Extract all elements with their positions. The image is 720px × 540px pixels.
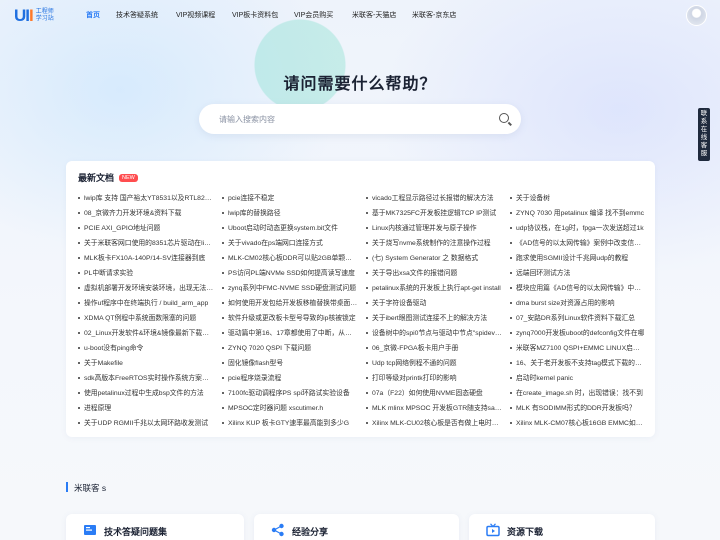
doc-link[interactable]: 关于米联客网口使用的8351芯片驱动在linux下 (78, 237, 222, 252)
doc-link[interactable]: 软件升级或更改板卡型号导致的ip核被锁定 (222, 312, 366, 327)
card-label: 资源下载 (507, 527, 544, 537)
doc-link[interactable]: MLK 有SODIMM形式的DDR开发板吗？ (510, 402, 654, 417)
nav-item-6[interactable]: 米联客-京东店 (412, 10, 472, 20)
logo-mark: UII (14, 6, 34, 25)
doc-link[interactable]: ZYNQ 7020 QSPI 下载问题 (222, 342, 366, 357)
card-label: 经验分享 (292, 527, 329, 537)
doc-link[interactable]: 设备树中的spi0节点与驱动中节点"spidev"的匹配 (366, 327, 510, 342)
doc-link[interactable]: lwip库 支持 国产裕太YT8531以及RTL8211F (78, 192, 222, 207)
search-box (199, 104, 521, 134)
card-download[interactable]: 资源下载 (469, 514, 655, 540)
doc-link[interactable]: u-boot没有ping命令 (78, 342, 222, 357)
online-service-tab[interactable]: 联系在线客服 (698, 108, 710, 161)
doc-link[interactable]: PS访问PL端NVMe SSD如何提高读写速度 (222, 267, 366, 282)
search-icon[interactable] (499, 113, 509, 123)
doc-link[interactable]: udp协议栈，在1g时，fpga一次发送超过1k (510, 222, 654, 237)
doc-link[interactable]: 启动时kernel panic (510, 372, 654, 387)
doc-link[interactable]: MLK mlinx MPSOC 开发板GTR随支持sata协议 (366, 402, 510, 417)
doc-link[interactable]: PL中断请求实验 (78, 267, 222, 282)
doc-link[interactable]: 关于烧写nvme系统制作的注意操作过程 (366, 237, 510, 252)
doc-link[interactable]: petalinux系统的开发板上执行apt-get install (366, 282, 510, 297)
doc-link[interactable]: 虚拟机部署开发环境安装环境，出现无法启动 (78, 282, 222, 297)
doc-link[interactable]: lwip库的替换路径 (222, 207, 366, 222)
doc-link[interactable]: 《AD信号的以太网传输》案例中改变信号源 (510, 237, 654, 252)
doc-link[interactable]: Xilinx MLK-CM07核心板16GB EMMC如何使用 (510, 417, 654, 432)
doc-link[interactable]: PCIE AXI_GPIO地址问题 (78, 222, 222, 237)
nav-menu: 首页 技术答疑系统 VIP视频课程 VIP板卡资料包 VIP会员购买 米联客-天猫店 米联客… (86, 10, 472, 20)
doc-link[interactable]: Xilinx KUP 板卡GTY速率最高能到多少G (222, 417, 366, 432)
nav-item-0[interactable]: 首页 (86, 10, 116, 20)
tv-icon (486, 523, 500, 537)
doc-link[interactable]: zynq系列中FMC-NVME SSD硬盘测试问题 (222, 282, 366, 297)
doc-link[interactable]: XDMA QT例程中系统面数限塞的问题 (78, 312, 222, 327)
doc-link[interactable]: MPSOC定时器问题 xscutimer.h (222, 402, 366, 417)
site-logo[interactable]: UII 工程师学习站 (14, 6, 58, 26)
nav-item-1[interactable]: 技术答疑系统 (116, 10, 176, 20)
doc-link[interactable]: 07_安路DR系列Linux软件资料下载汇总 (510, 312, 654, 327)
doc-link[interactable]: 关于导出xsa文件的报错问题 (366, 267, 510, 282)
doc-link[interactable]: Udp tcp网络例程不通的问题 (366, 357, 510, 372)
doc-link[interactable]: vicado工程显示路径过长报错的解决方法 (366, 192, 510, 207)
hero-title: 请问需要什么帮助？ (283, 76, 437, 93)
doc-link[interactable]: zynq7000开发板uboot的defconfig文件在哪 (510, 327, 654, 342)
search-input[interactable] (219, 114, 479, 124)
nav-item-3[interactable]: VIP板卡资料包 (232, 10, 294, 20)
doc-link[interactable]: Uboot启动时动态更换system.bit文件 (222, 222, 366, 237)
doc-link[interactable]: 08_京微齐力开发环境&资料下载 (78, 207, 222, 222)
doc-link[interactable]: 远端回环测试方法 (510, 267, 654, 282)
doc-link[interactable]: 使用petalinux过程中生成bsp文件的方法 (78, 387, 222, 402)
docs-list: lwip库 支持 国产裕太YT8531以及RTL8211F pcie连接不稳定 vi… (78, 192, 654, 432)
doc-link[interactable]: pcie程序烧录流程 (222, 372, 366, 387)
doc-link[interactable]: sdk高版本FreeRTOS实时操作系统方案移植 (78, 372, 222, 387)
doc-link[interactable]: pcie连接不稳定 (222, 192, 366, 207)
doc-link[interactable]: dma burst size对资源占用的影响 (510, 297, 654, 312)
doc-link[interactable]: ZYNQ 7030 用petalinux 编译 找不到emmc (510, 207, 654, 222)
doc-link[interactable]: 操作uf程序中在终端执行 / build_arm_app (78, 297, 222, 312)
doc-link[interactable]: 关于字符设备驱动 (366, 297, 510, 312)
nav-item-4[interactable]: VIP会员购买 (294, 10, 352, 20)
doc-link[interactable]: 如何使用开发包给开发板移植替换带桌面系统 (222, 297, 366, 312)
doc-link[interactable]: 02_Linux开发软件&环境&镜像最新下载地址 (78, 327, 222, 342)
new-badge: NEW (119, 173, 138, 182)
doc-link[interactable]: 关于设备树 (510, 192, 654, 207)
doc-link[interactable]: 07a（F22）如何使用NVME固态硬盘 (366, 387, 510, 402)
doc-link[interactable]: 进程原理 (78, 402, 222, 417)
doc-link[interactable]: 7100fc驱动调程序PS spi环路试实验设备 (222, 387, 366, 402)
doc-link[interactable]: 跑求使用SGMII设计千兆网udp的教程 (510, 252, 654, 267)
doc-link[interactable]: Xilinx MLK-CU02核心板是否有做上电时序测试 (366, 417, 510, 432)
doc-link[interactable]: Linux内核通过管理并发与原子操作 (366, 222, 510, 237)
card-label: 技术答疑问题集 (104, 527, 168, 537)
doc-link[interactable]: 米联客MZ7100 QSPI+EMMC LINUX启动问题 (510, 342, 654, 357)
doc-link[interactable]: 06_京微-FPGA板卡用户手册 (366, 342, 510, 357)
doc-link[interactable]: 关于ibert眼图测试连接不上的解决方法 (366, 312, 510, 327)
doc-link[interactable]: (七) System Generator 之 数据格式 (366, 252, 510, 267)
nav-item-5[interactable]: 米联客-天猫店 (352, 10, 412, 20)
doc-link[interactable]: 模块应用篇《AD信号的以太网传输》中的问题 (510, 282, 654, 297)
doc-link[interactable]: 打印等级对printk打印的影响 (366, 372, 510, 387)
section-title: 米联客 s (74, 483, 107, 493)
latest-docs-panel: 最新文档 NEW lwip库 支持 国产裕太YT8531以及RTL8211F pc… (66, 161, 655, 437)
doc-link[interactable]: 关于UDP RGMII千兆以太网环路收发测试 (78, 417, 222, 432)
doc-link[interactable]: 关于vivado在ps端网口连接方式 (222, 237, 366, 252)
doc-link[interactable]: 关于Makefile (78, 357, 222, 372)
section-accent-bar (66, 482, 68, 492)
doc-link[interactable]: 在create_image.sh 时，出现错误：找不到 (510, 387, 654, 402)
card-share[interactable]: 经验分享 (254, 514, 459, 540)
top-navbar: UII 工程师学习站 首页 技术答疑系统 VIP视频课程 VIP板卡资料包 VIP会员购… (0, 0, 720, 30)
doc-link[interactable]: MLK-CM02核心板DDR可以贴2GB单颗粒吗 (222, 252, 366, 267)
book-icon (84, 525, 96, 535)
doc-link[interactable]: 驱动篇中第16、17章都使用了中断，从何获取 (222, 327, 366, 342)
nav-item-2[interactable]: VIP视频课程 (176, 10, 232, 20)
logo-text: 工程师学习站 (35, 9, 54, 22)
doc-link[interactable]: MLK板卡FX10A-140P/14-SV连接器到底 (78, 252, 222, 267)
share-icon (271, 523, 284, 537)
user-avatar[interactable] (686, 5, 707, 26)
latest-docs-title: 最新文档 (78, 173, 115, 183)
doc-link[interactable]: 16、关于老开发板不支持tag模式下载的问题 (510, 357, 654, 372)
doc-link[interactable]: 基于MK7325FC开发板挂逻辑TCP IP测试 (366, 207, 510, 222)
card-faq[interactable]: 技术答疑问题集 (66, 514, 244, 540)
latest-docs-header: 最新文档 NEW (78, 171, 138, 184)
doc-link[interactable]: 固化镜像flash型号 (222, 357, 366, 372)
